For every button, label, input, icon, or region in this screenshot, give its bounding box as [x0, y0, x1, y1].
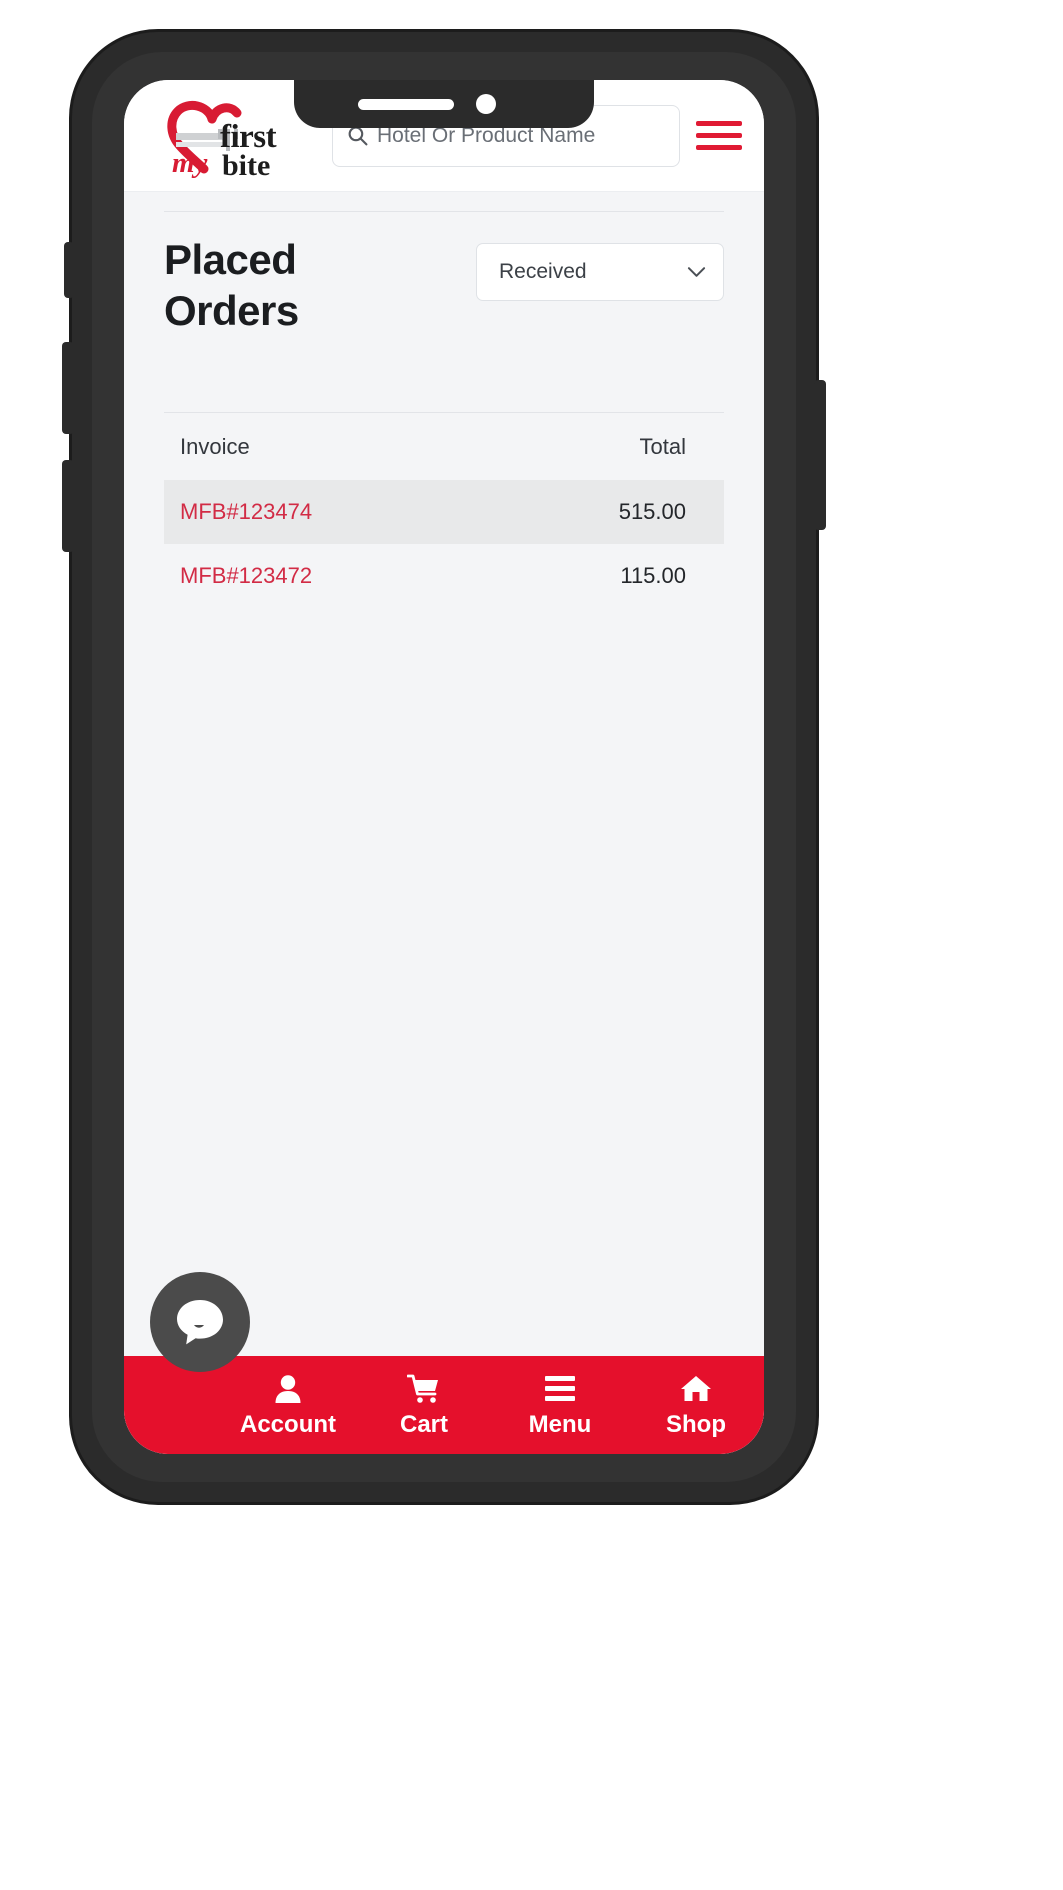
order-total-value: 115.00: [620, 563, 686, 589]
bottom-navigation-bar: Account Cart Menu Shop: [124, 1356, 764, 1454]
nav-burger-bar-1: [545, 1376, 575, 1381]
hamburger-menu-icon: [545, 1372, 575, 1406]
app-logo[interactable]: my first bite: [142, 99, 318, 181]
order-status-filter-value: Received: [499, 260, 587, 283]
hamburger-bar-3: [696, 145, 742, 150]
page-body: Placed Orders Received Invoice Total MFB…: [124, 192, 764, 1454]
logo-text-my: my: [172, 146, 208, 179]
phone-power-button[interactable]: [814, 380, 826, 530]
column-header-invoice: Invoice: [180, 433, 250, 459]
nav-burger-bar-2: [545, 1386, 575, 1391]
earpiece-speaker: [358, 99, 454, 110]
nav-item-shop[interactable]: Shop: [628, 1372, 764, 1439]
nav-label-cart: Cart: [399, 1410, 448, 1438]
order-status-filter-select[interactable]: Received: [476, 243, 724, 301]
logo-text-bite: bite: [222, 148, 271, 182]
phone-volume-up-button[interactable]: [62, 342, 74, 434]
nav-label-shop: Shop: [666, 1410, 726, 1438]
table-header-row: Invoice Total: [164, 412, 724, 480]
chat-bubble-icon: [177, 1300, 223, 1345]
content-container: Placed Orders Received Invoice Total MFB…: [124, 211, 764, 608]
nav-item-cart[interactable]: Cart: [356, 1372, 492, 1439]
chat-widget-button[interactable]: [150, 1272, 250, 1372]
hamburger-bar-1: [696, 121, 742, 126]
order-invoice-link[interactable]: MFB#123474: [180, 499, 558, 525]
nav-item-account[interactable]: Account: [220, 1372, 356, 1439]
phone-volume-down-button[interactable]: [62, 460, 74, 552]
nav-label-account: Account: [240, 1410, 336, 1438]
home-icon: [679, 1372, 713, 1406]
hamburger-bar-2: [696, 133, 742, 138]
phone-device-frame: my first bite Hotel Or Product Name Plac…: [62, 32, 826, 1502]
page-title: Placed Orders: [164, 236, 299, 335]
search-icon: [348, 126, 368, 146]
shopping-cart-icon: [407, 1372, 441, 1406]
placed-orders-table: Invoice Total MFB#123474 515.00 MFB#1234…: [164, 412, 724, 608]
nav-item-menu[interactable]: Menu: [492, 1372, 628, 1439]
nav-burger-bar-3: [545, 1396, 575, 1401]
front-camera-icon: [476, 94, 496, 114]
phone-notch: [294, 80, 594, 128]
page-title-row: Placed Orders Received: [164, 212, 724, 336]
hamburger-menu-icon[interactable]: [696, 121, 742, 150]
table-row[interactable]: MFB#123472 115.00: [164, 544, 724, 608]
order-invoice-link[interactable]: MFB#123472: [180, 563, 558, 589]
user-icon: [274, 1372, 302, 1406]
phone-mute-button[interactable]: [64, 242, 74, 298]
chevron-down-icon: [687, 266, 706, 277]
table-row[interactable]: MFB#123474 515.00: [164, 480, 724, 545]
column-header-total: Total: [639, 433, 686, 459]
order-total-value: 515.00: [618, 499, 686, 525]
phone-screen: my first bite Hotel Or Product Name Plac…: [124, 80, 764, 1454]
nav-label-menu: Menu: [528, 1410, 592, 1438]
